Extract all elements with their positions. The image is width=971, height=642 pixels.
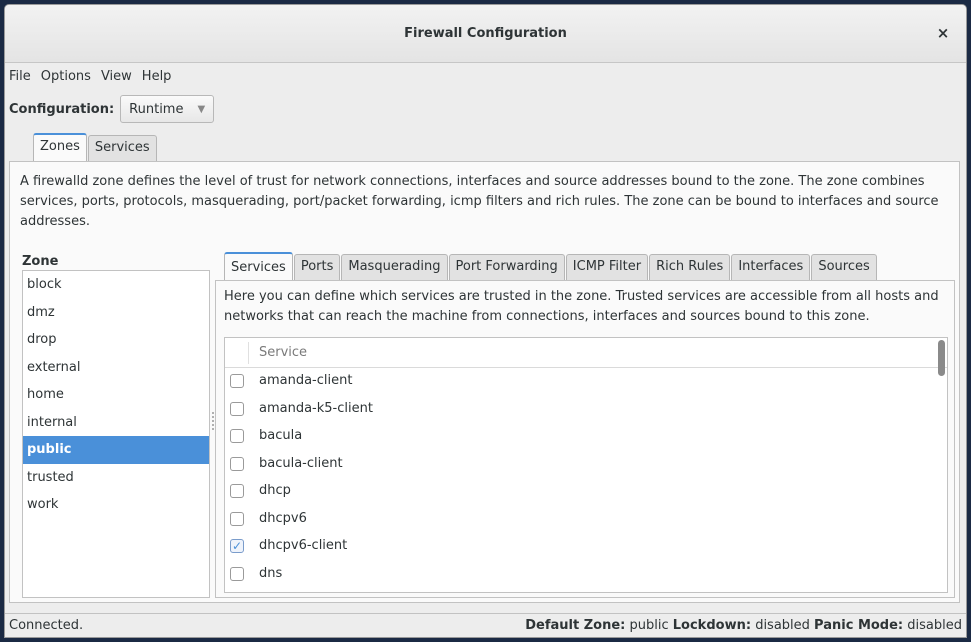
window-title: Firewall Configuration [404,26,567,41]
service-checkbox[interactable] [230,456,244,471]
service-name: dhcpv6-client [259,538,348,553]
default-zone-label: Default Zone: [525,618,626,633]
service-checkbox[interactable] [230,401,244,416]
service-name: dhcp [259,483,291,498]
tab-services[interactable]: Services [87,135,157,161]
service-name: amanda-client [259,373,353,388]
table-row[interactable]: amanda-client [225,368,947,396]
configuration-value: Runtime [129,101,184,117]
zone-item-public[interactable]: public [23,436,209,464]
pane-resize-handle[interactable] [212,412,214,432]
service-name: amanda-k5-client [259,400,373,416]
zone-item-dmz[interactable]: dmz [23,299,209,327]
status-bar: Connected. Default Zone: public Lockdown… [5,613,966,637]
zone-item-external[interactable]: external [23,354,209,382]
panic-mode-value: disabled [907,618,962,633]
configuration-select[interactable]: Runtime ▼ [120,95,215,123]
tab-zone-sources[interactable]: Sources [811,254,877,280]
firewall-window: Firewall Configuration × File Options Vi… [4,4,967,638]
services-description: Here you can define which services are t… [224,289,939,324]
table-row[interactable]: dhcp [225,478,947,506]
services-panel: Here you can define which services are t… [215,280,955,598]
zone-item-home[interactable]: home [23,381,209,409]
zone-settings-tabs: Services Ports Masquerading Port Forward… [224,252,878,280]
title-bar[interactable]: Firewall Configuration × [5,5,966,63]
zone-list-label: Zone [22,254,59,269]
menu-view[interactable]: View [101,69,132,89]
default-zone-value: public [629,618,669,633]
table-row[interactable]: ✓ dhcpv6-client [225,533,947,561]
configuration-label: Configuration: [9,101,115,117]
tab-zone-port-forwarding[interactable]: Port Forwarding [448,254,565,280]
menu-help[interactable]: Help [142,69,172,89]
services-table-header[interactable]: Service [225,338,947,368]
top-tabs: Zones Services [33,133,158,161]
tab-zone-ports[interactable]: Ports [293,254,341,280]
tab-zone-rich-rules[interactable]: Rich Rules [649,254,731,280]
zones-panel: A firewalld zone defines the level of tr… [9,161,960,603]
zone-list: block dmz drop external home internal pu… [22,270,210,598]
close-icon[interactable]: × [934,24,952,42]
tab-zone-interfaces[interactable]: Interfaces [731,254,811,280]
service-name: dhcpv6 [259,510,307,526]
column-separator [248,342,249,364]
lockdown-label: Lockdown: [672,618,752,633]
table-row[interactable]: amanda-k5-client [225,396,947,424]
service-checkbox-checked[interactable]: ✓ [230,539,244,553]
chevron-down-icon: ▼ [197,103,206,115]
tab-zone-services[interactable]: Services [224,252,293,280]
services-scrollbar[interactable] [938,340,945,376]
service-checkbox[interactable] [230,374,244,388]
status-summary: Default Zone: public Lockdown: disabled … [525,618,962,633]
table-row[interactable]: dhcpv6 [225,506,947,534]
service-checkbox[interactable] [230,484,244,498]
lockdown-value: disabled [755,618,810,633]
panic-mode-label: Panic Mode: [814,618,904,633]
table-row[interactable]: bacula-client [225,451,947,479]
tab-zone-icmp-filter[interactable]: ICMP Filter [565,254,649,280]
connection-status: Connected. [9,618,84,633]
service-name: bacula [259,428,303,443]
zone-item-trusted[interactable]: trusted [23,464,209,492]
zone-item-internal[interactable]: internal [23,409,209,437]
service-name: dns [259,565,283,581]
zone-item-block[interactable]: block [23,271,209,299]
menu-bar: File Options View Help [9,69,181,89]
configuration-row: Configuration: Runtime ▼ [9,95,215,123]
zone-item-drop[interactable]: drop [23,326,209,354]
service-column-header: Service [259,345,308,360]
menu-file[interactable]: File [9,69,31,89]
service-checkbox[interactable] [230,566,244,581]
menu-options[interactable]: Options [41,69,91,89]
service-checkbox[interactable] [230,511,244,526]
zones-description: A firewalld zone defines the level of tr… [20,174,939,229]
zone-item-work[interactable]: work [23,491,209,519]
table-row[interactable]: dns [225,561,947,589]
service-checkbox[interactable] [230,429,244,443]
services-table: Service amanda-client amanda-k5-client b… [224,337,948,593]
table-row[interactable]: bacula [225,423,947,451]
tab-zone-masquerading[interactable]: Masquerading [341,254,448,280]
tab-zones[interactable]: Zones [33,133,87,161]
service-name: bacula-client [259,455,343,471]
